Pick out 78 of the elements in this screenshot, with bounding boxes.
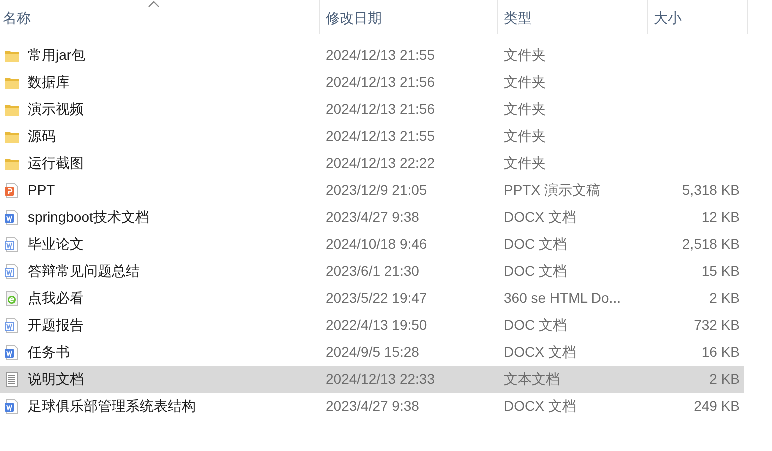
file-row[interactable]: 点我必看 2023/5/22 19:47 360 se HTML Do... 2 KB: [0, 285, 744, 312]
file-row[interactable]: 答辩常见问题总结 2023/6/1 21:30 DOC 文档 15 KB: [0, 258, 744, 285]
modified-date: 2024/12/13 21:56: [326, 101, 435, 117]
presentation-file-icon: [4, 182, 20, 198]
column-header[interactable]: 类型: [498, 0, 648, 34]
modified-date: 2022/4/13 19:50: [326, 317, 428, 333]
web-file-icon: [4, 290, 20, 306]
file-size: 12 KB: [702, 209, 740, 225]
file-name: springboot技术文档: [28, 208, 150, 227]
document-file-icon: [4, 398, 20, 414]
file-row[interactable]: 源码 2024/12/13 21:55 文件夹: [0, 123, 744, 150]
file-name: 运行截图: [28, 154, 84, 173]
file-name: 点我必看: [28, 289, 84, 308]
file-size: 249 KB: [694, 398, 740, 414]
document-file-icon: [4, 236, 20, 252]
file-size: 2 KB: [710, 371, 740, 387]
modified-date: 2024/12/13 21:56: [326, 74, 435, 90]
file-type: DOC 文档: [504, 236, 567, 252]
file-size: 16 KB: [702, 344, 740, 360]
file-type: DOCX 文档: [504, 209, 576, 225]
file-row[interactable]: 任务书 2024/9/5 15:28 DOCX 文档 16 KB: [0, 339, 744, 366]
file-name: 答辩常见问题总结: [28, 262, 140, 281]
modified-date: 2024/12/13 22:33: [326, 371, 435, 387]
file-type: DOCX 文档: [504, 344, 576, 360]
selected-row-highlight[interactable]: 说明文档 2024/12/13 22:33 文本文档 2 KB: [0, 366, 744, 393]
modified-date: 2023/12/9 21:05: [326, 182, 428, 198]
modified-date: 2024/12/13 21:55: [326, 128, 435, 144]
file-row[interactable]: 开题报告 2022/4/13 19:50 DOC 文档 732 KB: [0, 312, 744, 339]
file-row[interactable]: PPT 2023/12/9 21:05 PPTX 演示文稿 5,318 KB: [0, 177, 744, 204]
file-row[interactable]: 毕业论文 2024/10/18 9:46 DOC 文档 2,518 KB: [0, 231, 744, 258]
column-header[interactable]: 修改日期: [320, 0, 498, 34]
text-file-icon: [4, 372, 20, 388]
file-name: 演示视频: [28, 100, 84, 119]
file-type: 360 se HTML Do...: [504, 290, 621, 306]
file-type: 文件夹: [504, 155, 546, 171]
file-type: 文件夹: [504, 74, 546, 90]
file-row[interactable]: springboot技术文档 2023/4/27 9:38 DOCX 文档 12 KB: [0, 204, 744, 231]
document-file-icon: [4, 318, 20, 334]
file-type: DOCX 文档: [504, 398, 576, 414]
file-row[interactable]: 常用jar包 2024/12/13 21:55 文件夹: [0, 42, 744, 69]
file-name: 足球俱乐部管理系统表结构: [28, 397, 196, 416]
document-file-icon: [4, 210, 20, 226]
file-type: 文件夹: [504, 101, 546, 117]
file-type: 文本文档: [504, 371, 560, 387]
file-row[interactable]: 足球俱乐部管理系统表结构 2023/4/27 9:38 DOCX 文档 249 KB: [0, 393, 744, 420]
document-file-icon: [4, 264, 20, 280]
file-size: 5,318 KB: [682, 182, 740, 198]
file-row[interactable]: 演示视频 2024/12/13 21:56 文件夹: [0, 96, 744, 123]
file-name: 常用jar包: [28, 46, 86, 65]
file-type: DOC 文档: [504, 317, 567, 333]
file-name: 源码: [28, 127, 56, 146]
modified-date: 2024/9/5 15:28: [326, 344, 420, 360]
document-file-icon: [4, 344, 20, 360]
file-row[interactable]: 数据库 2024/12/13 21:56 文件夹: [0, 69, 744, 96]
file-name: PPT: [28, 181, 56, 200]
file-type: 文件夹: [504, 47, 546, 63]
file-name: 说明文档: [28, 370, 84, 389]
modified-date: 2024/12/13 22:22: [326, 155, 435, 171]
file-name: 开题报告: [28, 316, 84, 335]
modified-date: 2023/4/27 9:38: [326, 398, 420, 414]
file-name: 数据库: [28, 73, 70, 92]
column-header[interactable]: 大小: [648, 0, 748, 34]
file-size: 2 KB: [710, 290, 740, 306]
file-size: 2,518 KB: [682, 236, 740, 252]
modified-date: 2023/6/1 21:30: [326, 263, 420, 279]
file-size: 15 KB: [702, 263, 740, 279]
file-row[interactable]: 运行截图 2024/12/13 22:22 文件夹: [0, 150, 744, 177]
file-type: PPTX 演示文稿: [504, 182, 600, 198]
file-name: 任务书: [28, 343, 70, 362]
file-type: 文件夹: [504, 128, 546, 144]
modified-date: 2023/4/27 9:38: [326, 209, 420, 225]
modified-date: 2023/5/22 19:47: [326, 290, 428, 306]
file-name: 毕业论文: [28, 235, 84, 254]
file-type: DOC 文档: [504, 263, 567, 279]
modified-date: 2024/12/13 21:55: [326, 47, 435, 63]
column-header[interactable]: 名称: [0, 0, 320, 34]
modified-date: 2024/10/18 9:46: [326, 236, 428, 252]
file-size: 732 KB: [694, 317, 740, 333]
